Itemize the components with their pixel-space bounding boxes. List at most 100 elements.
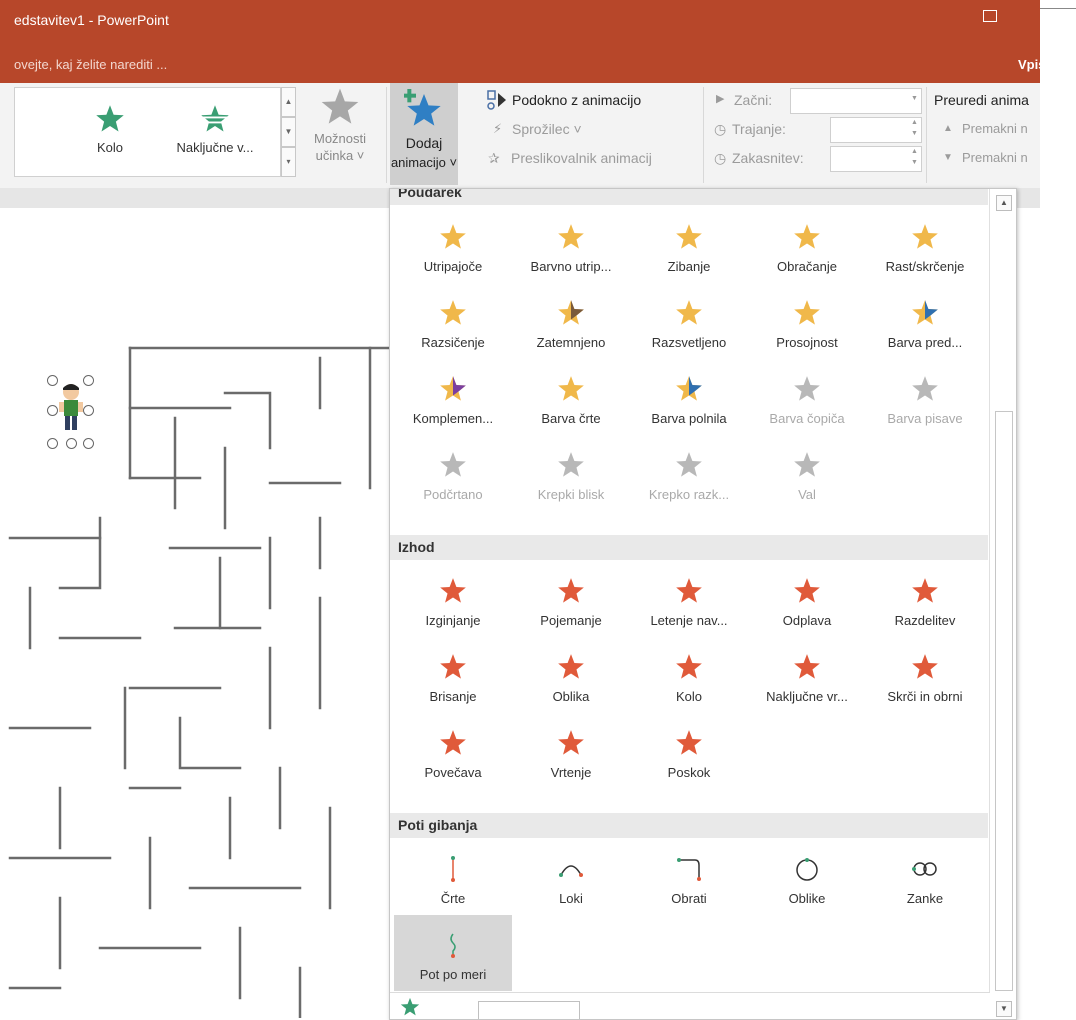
panel-scrollbar[interactable]: ▲ ▼: [989, 189, 1016, 1019]
effect-label: Brisanje: [429, 689, 477, 704]
effect-label: Komplemen...: [412, 411, 494, 426]
resize-handle[interactable]: [47, 438, 58, 449]
star-split-icon: [866, 577, 984, 605]
delay-icon: ◷: [714, 150, 727, 166]
more-effects-box[interactable]: [478, 1001, 580, 1019]
effect-path-line[interactable]: Črte: [394, 839, 512, 915]
start-label: Začni:: [734, 92, 773, 108]
effect-star-swivel[interactable]: Vrtenje: [512, 713, 630, 789]
path-turn-icon: [630, 855, 748, 883]
add-animation-dropdown: Poudarek Izhod Poti gibanja Utripajoče Ba…: [389, 188, 1017, 1020]
move-earlier-button[interactable]: Premakni n: [962, 121, 1028, 136]
section-header-exit: Izhod: [390, 535, 988, 560]
effect-label: Skrči in obrni: [887, 689, 963, 704]
maze-image[interactable]: [0, 208, 400, 1018]
character-image[interactable]: [56, 380, 86, 440]
effect-label: Barva pred...: [887, 335, 963, 350]
effect-star-fly-out[interactable]: Letenje nav...: [630, 561, 748, 637]
delay-stepper[interactable]: ▲ ▼: [830, 146, 922, 172]
effect-star-teeter[interactable]: Zibanje: [630, 207, 748, 283]
add-animation-button[interactable]: Dodaj animacijo ˅: [390, 83, 458, 185]
resize-handle[interactable]: [83, 405, 94, 416]
star-fly-out-icon: [630, 577, 748, 605]
resize-handle[interactable]: [47, 375, 58, 386]
tell-me-input[interactable]: ovejte, kaj želite narediti ...: [14, 57, 167, 72]
gallery-more-icon[interactable]: ▾: [281, 147, 296, 177]
effect-star-desaturate[interactable]: Razsičenje: [394, 283, 512, 359]
start-dropdown[interactable]: ▼: [790, 88, 922, 114]
gallery-item-wheel[interactable]: Kolo: [65, 104, 155, 155]
scroll-thumb[interactable]: [995, 411, 1013, 991]
effect-label: Zanke: [906, 891, 944, 906]
effect-star-fill-color[interactable]: Barva polnila: [630, 359, 748, 435]
effect-star-bold-reveal: Krepko razk...: [630, 435, 748, 511]
window-title: edstavitev1 - PowerPoint: [14, 12, 169, 28]
sign-in-link[interactable]: Vpis: [1018, 57, 1045, 72]
effect-star-split[interactable]: Razdelitev: [866, 561, 984, 637]
star-darken-icon: [512, 299, 630, 327]
gallery-down-icon[interactable]: ▼: [281, 117, 296, 147]
resize-handle[interactable]: [83, 438, 94, 449]
effect-path-loop[interactable]: Zanke: [866, 839, 984, 915]
resize-handle[interactable]: [47, 405, 58, 416]
effect-label: Krepki blisk: [537, 487, 605, 502]
effect-path-custom[interactable]: Pot po meri: [394, 915, 512, 991]
effect-star-grow[interactable]: Rast/skrčenje: [866, 207, 984, 283]
effect-star-line-color[interactable]: Barva črte: [512, 359, 630, 435]
green-striped-star-icon: [200, 105, 230, 132]
section-header-emphasis: Poudarek: [390, 189, 988, 205]
animation-pane-button[interactable]: Podokno z animacijo: [512, 92, 641, 108]
effect-star-complementary[interactable]: Komplemen...: [394, 359, 512, 435]
gallery-up-icon[interactable]: ▲: [281, 87, 296, 117]
effect-star-lighten[interactable]: Razsvetljeno: [630, 283, 748, 359]
effect-path-shape[interactable]: Oblike: [748, 839, 866, 915]
effect-path-turn[interactable]: Obrati: [630, 839, 748, 915]
effect-star-float-out[interactable]: Odplava: [748, 561, 866, 637]
effect-star-shape[interactable]: Oblika: [512, 637, 630, 713]
add-animation-label-2: animacijo ˅: [390, 155, 458, 170]
effect-star-underline: Podčrtano: [394, 435, 512, 511]
effect-star-object-color[interactable]: Barva pred...: [866, 283, 984, 359]
resize-handle[interactable]: [66, 438, 77, 449]
effect-star-shrink-turn[interactable]: Skrči in obrni: [866, 637, 984, 713]
effect-label: Barvno utrip...: [530, 259, 612, 274]
effect-star-wheel[interactable]: Kolo: [630, 637, 748, 713]
star-transparency-icon: [748, 299, 866, 327]
resize-handle[interactable]: [83, 375, 94, 386]
path-arc-icon: [512, 855, 630, 883]
duration-stepper[interactable]: ▲ ▼: [830, 117, 922, 143]
move-up-icon: ▲: [943, 123, 953, 134]
effect-options-button[interactable]: Možnosti učinka ˅: [300, 87, 380, 163]
ribbon-display-options-icon[interactable]: [983, 10, 997, 22]
star-random-bars-icon: [748, 653, 866, 681]
trigger-button[interactable]: Sprožilec ˅: [512, 121, 582, 137]
effect-star-bold-flash: Krepki blisk: [512, 435, 630, 511]
section-header-motion-paths: Poti gibanja: [390, 813, 988, 838]
effect-label: Zibanje: [667, 259, 711, 274]
effect-star-sparkle[interactable]: Barvno utrip...: [512, 207, 630, 283]
effect-label: Vrtenje: [550, 765, 592, 780]
effect-star-pulse[interactable]: Utripajoče: [394, 207, 512, 283]
effect-star-zoom[interactable]: Povečava: [394, 713, 512, 789]
effect-label: Rast/skrčenje: [885, 259, 965, 274]
effect-star-fade[interactable]: Pojemanje: [512, 561, 630, 637]
star-fade-icon: [512, 577, 630, 605]
gallery-item-random-bars[interactable]: Naključne v...: [170, 104, 260, 155]
effect-star-transparency[interactable]: Prosojnost: [748, 283, 866, 359]
effect-path-arc[interactable]: Loki: [512, 839, 630, 915]
effect-star-darken[interactable]: Zatemnjeno: [512, 283, 630, 359]
effect-star-disappear[interactable]: Izginjanje: [394, 561, 512, 637]
add-animation-label-1: Dodaj: [405, 135, 443, 151]
star-brush-color-icon: [748, 375, 866, 403]
move-later-button[interactable]: Premakni n: [962, 150, 1028, 165]
effect-star-bounce[interactable]: Poskok: [630, 713, 748, 789]
star-lighten-icon: [630, 299, 748, 327]
scroll-up-icon[interactable]: ▲: [996, 195, 1012, 211]
effect-label: Val: [798, 487, 816, 502]
scroll-down-icon[interactable]: ▼: [996, 1001, 1012, 1017]
effect-label: Naključne vr...: [766, 689, 848, 704]
animation-painter-button[interactable]: Preslikovalnik animacij: [511, 150, 652, 166]
effect-star-random-bars[interactable]: Naključne vr...: [748, 637, 866, 713]
effect-star-wipe[interactable]: Brisanje: [394, 637, 512, 713]
effect-star-spin[interactable]: Obračanje: [748, 207, 866, 283]
